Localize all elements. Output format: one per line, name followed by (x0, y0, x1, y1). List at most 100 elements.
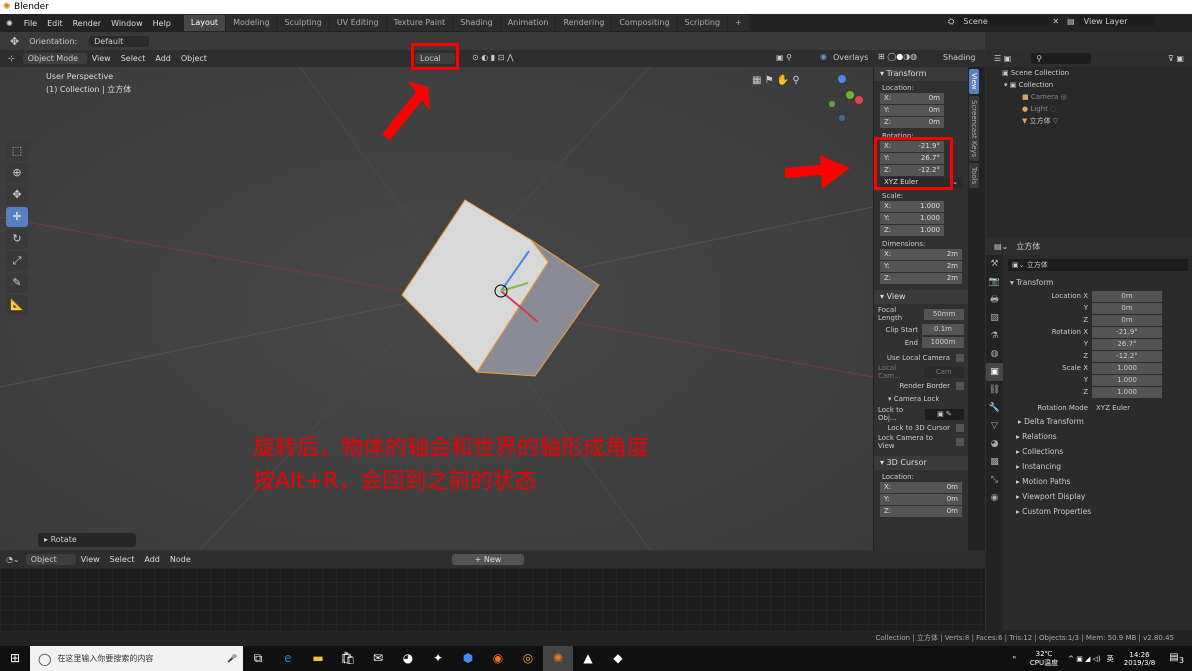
prop-location-z[interactable]: Z 0m (1004, 314, 1192, 326)
section-motion-paths[interactable]: ▸ Motion Paths (1010, 474, 1192, 489)
app-icon[interactable]: ⬢ (453, 646, 483, 671)
dimensions-x[interactable]: X: 2m (880, 249, 962, 260)
scale-x[interactable]: X: 1.000 (880, 201, 944, 212)
menu-object[interactable]: Object (176, 53, 212, 64)
app-icon[interactable]: ✦ (423, 646, 453, 671)
outliner-camera[interactable]: ■ Camera ◎ (986, 91, 1192, 103)
location-y[interactable]: Y: 0m (880, 105, 944, 116)
mail-icon[interactable]: ✉ (363, 646, 393, 671)
clip-start-field[interactable]: Clip Start 0.1m (878, 324, 964, 335)
tab-layout[interactable]: Layout (183, 15, 226, 31)
task-view-icon[interactable]: ⧉ (243, 646, 273, 671)
data-tab-icon[interactable]: ▽ (986, 417, 1003, 435)
scene-icon[interactable]: ⛭ (948, 17, 954, 27)
last-operator-panel[interactable]: ▸ Rotate (38, 533, 136, 547)
snap-icon[interactable]: ⊙ ◐ ▮ ⊡ ⋀ (472, 53, 514, 62)
shader-menu-add[interactable]: Add (139, 554, 165, 565)
prop-rotation-y[interactable]: Y 26.7° (1004, 338, 1192, 350)
tab-shading[interactable]: Shading (453, 15, 500, 31)
sidebar-tab-tools[interactable]: Tools (969, 162, 979, 189)
taskbar-search-input[interactable]: ◯ 在这里输入你要搜索的内容 🎤 (30, 646, 243, 671)
physics-tab-icon[interactable]: ◉ (986, 489, 1003, 507)
close-icon[interactable]: ✕ (1052, 17, 1059, 26)
firefox-icon[interactable]: ◉ (483, 646, 513, 671)
outliner-search-input[interactable]: ⚲ (1031, 53, 1092, 64)
render-tab-icon[interactable]: 📷 (986, 273, 1003, 291)
prop-rotation-mode[interactable]: Rotation Mode XYZ Euler (1004, 402, 1192, 414)
ime-indicator[interactable]: 英 (1107, 654, 1114, 664)
editor-type-icon[interactable]: ⊹ (0, 54, 23, 63)
lock-camera-to-view-checkbox[interactable]: Lock Camera to View (878, 434, 964, 450)
material-tab-icon[interactable]: ◕ (986, 435, 1003, 453)
tray-icons[interactable]: ^ ▣ ◢ ◁) (1068, 655, 1101, 663)
tab-texture-paint[interactable]: Texture Paint (386, 15, 453, 31)
location-z[interactable]: Z: 0m (880, 117, 944, 128)
output-tab-icon[interactable]: 🖶 (986, 291, 1003, 309)
wrench-tab-icon[interactable]: 🔧 (986, 399, 1003, 417)
modifier-tab-icon[interactable]: ⛓ (986, 381, 1003, 399)
tab-sculpting[interactable]: Sculpting (277, 15, 329, 31)
tab-scripting[interactable]: Scripting (677, 15, 728, 31)
outliner-collection[interactable]: ▾ ▣ Collection (986, 79, 1192, 91)
shader-menu-node[interactable]: Node (165, 554, 196, 565)
scene-field[interactable]: Scene (958, 16, 1049, 27)
overlays-dropdown[interactable]: Overlays (833, 53, 868, 62)
location-x[interactable]: X: 0m (880, 93, 944, 104)
outliner-cube[interactable]: ▼ 立方体 ▽ (986, 115, 1192, 127)
store-icon[interactable]: 🛍 (333, 646, 363, 671)
tab-uv-editing[interactable]: UV Editing (329, 15, 386, 31)
view-layer-icon[interactable]: ▤ (1067, 17, 1075, 26)
prop-scale-z[interactable]: Z 1.000 (1004, 386, 1192, 398)
new-material-button[interactable]: + New (452, 554, 524, 565)
filter-icon[interactable]: ⊽ ▣ (1168, 54, 1184, 63)
tab-rendering[interactable]: Rendering (556, 15, 612, 31)
transform-section-header[interactable]: ▾ Transform (1004, 275, 1192, 290)
menu-view[interactable]: View (87, 53, 116, 64)
overlays-icon[interactable]: ◉ (820, 52, 827, 61)
notification-icon[interactable]: ▤3 (1169, 652, 1184, 665)
menu-file[interactable]: File (19, 19, 42, 28)
menu-help[interactable]: Help (148, 19, 176, 28)
editor-type-icon[interactable]: ▤⌄ (994, 242, 1008, 251)
blender-menu-icon[interactable]: ✺ (0, 19, 19, 28)
prop-location-x[interactable]: Location X 0m (1004, 290, 1192, 302)
lock-to-cursor-checkbox[interactable]: Lock to 3D Cursor (878, 424, 964, 432)
orientation-dropdown[interactable]: Default (89, 35, 150, 47)
menu-select[interactable]: Select (116, 53, 151, 64)
blender-taskbar-icon[interactable]: ✺ (543, 646, 573, 671)
lock-to-object-field[interactable]: Lock to Obj... ▣ ✎ (878, 406, 964, 422)
start-icon[interactable]: ⊞ (0, 646, 30, 671)
use-local-camera-checkbox[interactable]: Use Local Camera (878, 354, 964, 362)
tab-modeling[interactable]: Modeling (226, 15, 277, 31)
people-icon[interactable]: ᴿ (1013, 655, 1016, 663)
section-instancing[interactable]: ▸ Instancing (1010, 459, 1192, 474)
edge-icon[interactable]: e (273, 646, 303, 671)
app-icon[interactable]: ◎ (513, 646, 543, 671)
app-icon[interactable]: ◕ (393, 646, 423, 671)
clip-end-field[interactable]: End 1000m (878, 337, 964, 348)
editor-type-icon[interactable]: ◔⌄ (0, 555, 26, 564)
tab-animation[interactable]: Animation (500, 15, 556, 31)
sidebar-tab-screencast-keys[interactable]: Screencast Keys (969, 95, 979, 161)
shader-menu-view[interactable]: View (76, 554, 105, 565)
render-border-checkbox[interactable]: Render Border (878, 382, 964, 390)
view-layer-field[interactable]: View Layer (1078, 16, 1154, 27)
shading-modes-icon[interactable]: ⊞ ◯●◑◍ (878, 52, 917, 61)
texture-tab-icon[interactable]: ▩ (986, 453, 1003, 471)
app-icon[interactable]: ◆ (603, 646, 633, 671)
cursor-tool-icon[interactable]: ⊕ (6, 163, 28, 183)
object-name-field[interactable]: ▣⌄ 立方体 (1008, 259, 1188, 271)
3d-cursor-panel-header[interactable]: ▾ 3D Cursor (874, 456, 968, 470)
transform-panel-header[interactable]: ▾ Transform (874, 67, 968, 81)
local-camera-field[interactable]: Local Cam... Cam (878, 364, 964, 380)
scale-y[interactable]: Y: 1.000 (880, 213, 944, 224)
prop-scale-y[interactable]: Y 1.000 (1004, 374, 1192, 386)
scale-tool-icon[interactable]: ⤢ (6, 251, 28, 271)
prop-rotation-x[interactable]: Rotation X -21.9° (1004, 326, 1192, 338)
cursor-x[interactable]: X: 0m (880, 482, 962, 493)
add-workspace-button[interactable]: + (728, 15, 749, 31)
view-panel-header[interactable]: ▾ View (874, 290, 968, 304)
navigation-icons[interactable]: ▦ ⚑ ✋ ⚲ (752, 75, 800, 86)
rotate-tool-icon[interactable]: ↻ (6, 229, 28, 249)
focal-length-field[interactable]: Focal Length 50mm (878, 306, 964, 322)
